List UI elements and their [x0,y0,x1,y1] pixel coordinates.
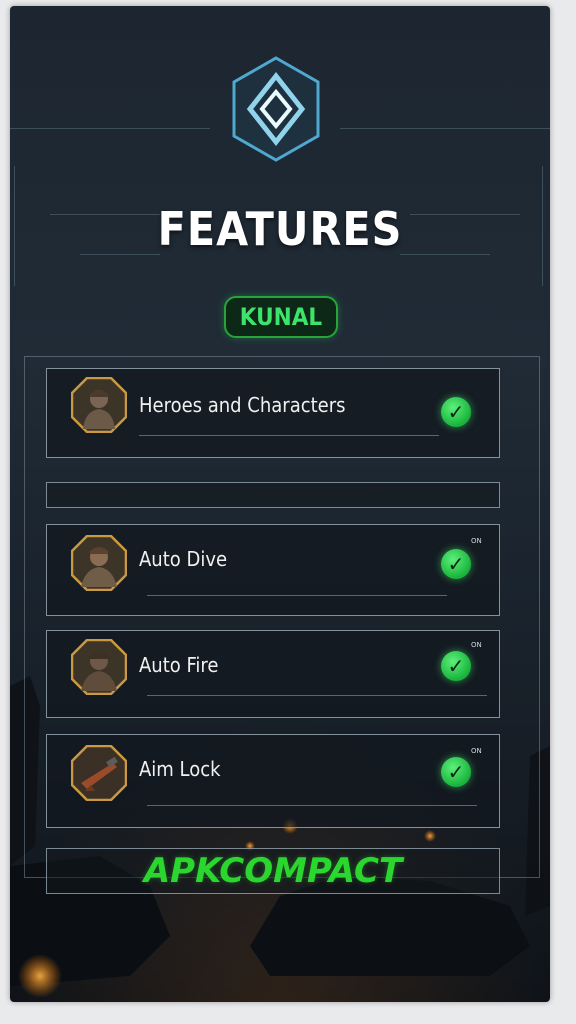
hud-line [10,128,210,129]
diamond-emblem-icon [232,56,320,162]
check-icon[interactable]: ✓ [441,397,471,427]
divider [147,595,447,596]
feature-card-heroes[interactable]: Heroes and Characters ✓ [46,368,500,458]
weapon-portrait-icon [71,745,127,801]
feature-card-auto-fire[interactable]: Auto Fire ✓ ON [46,630,500,718]
soldier-portrait-icon [71,535,127,591]
empty-slot [46,482,500,508]
features-panel: FEATURES KUNAL Heroes and Characters ✓ A… [10,6,550,1002]
check-icon[interactable]: ✓ [441,651,471,681]
page-title: FEATURES [157,202,403,256]
hud-line [340,128,550,129]
feature-label: Auto Fire [139,653,219,677]
feature-card-aim-lock[interactable]: Aim Lock ✓ ON [46,734,500,828]
divider [139,435,439,436]
feature-label: Aim Lock [139,757,221,781]
user-badge: KUNAL [224,296,338,338]
feature-card-auto-dive[interactable]: Auto Dive ✓ ON [46,524,500,616]
divider [147,695,487,696]
check-icon[interactable]: ✓ [441,757,471,787]
soldier-portrait-icon [71,639,127,695]
soldier-portrait-icon [71,377,127,433]
brand-watermark: APKCOMPACT [143,851,403,891]
brand-bar: APKCOMPACT [46,848,500,894]
on-tag: ON [471,537,482,545]
check-icon[interactable]: ✓ [441,549,471,579]
divider [147,805,477,806]
feature-label: Auto Dive [139,547,228,571]
on-tag: ON [471,747,482,755]
feature-label: Heroes and Characters [139,393,346,417]
on-tag: ON [471,641,482,649]
